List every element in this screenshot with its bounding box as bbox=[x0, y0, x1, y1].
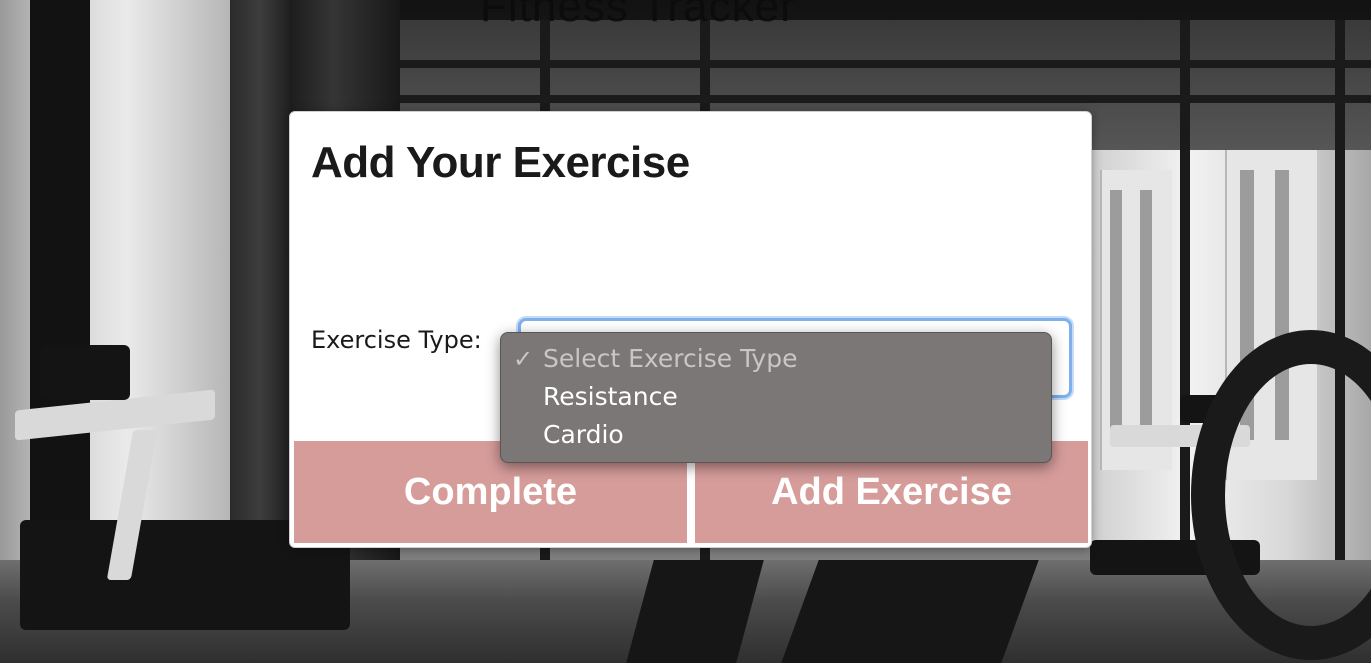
dropdown-option-resistance[interactable]: Resistance bbox=[501, 378, 1051, 416]
checkmark-icon: ✓ bbox=[513, 345, 534, 373]
option-label: Resistance bbox=[543, 382, 678, 411]
option-label: Select Exercise Type bbox=[543, 344, 798, 373]
exercise-type-dropdown-menu: ✓ Select Exercise Type Resistance Cardio bbox=[500, 332, 1052, 463]
modal-title: Add Your Exercise bbox=[311, 138, 690, 187]
dropdown-option-cardio[interactable]: Cardio bbox=[501, 416, 1051, 454]
background-page-title: Fitness Tracker bbox=[480, 0, 796, 31]
dropdown-option-select-exercise-type[interactable]: ✓ Select Exercise Type bbox=[501, 340, 1051, 378]
option-label: Cardio bbox=[543, 420, 624, 449]
exercise-type-label: Exercise Type: bbox=[311, 326, 482, 354]
add-exercise-modal: Add Your Exercise Exercise Type: Complet… bbox=[289, 111, 1092, 548]
